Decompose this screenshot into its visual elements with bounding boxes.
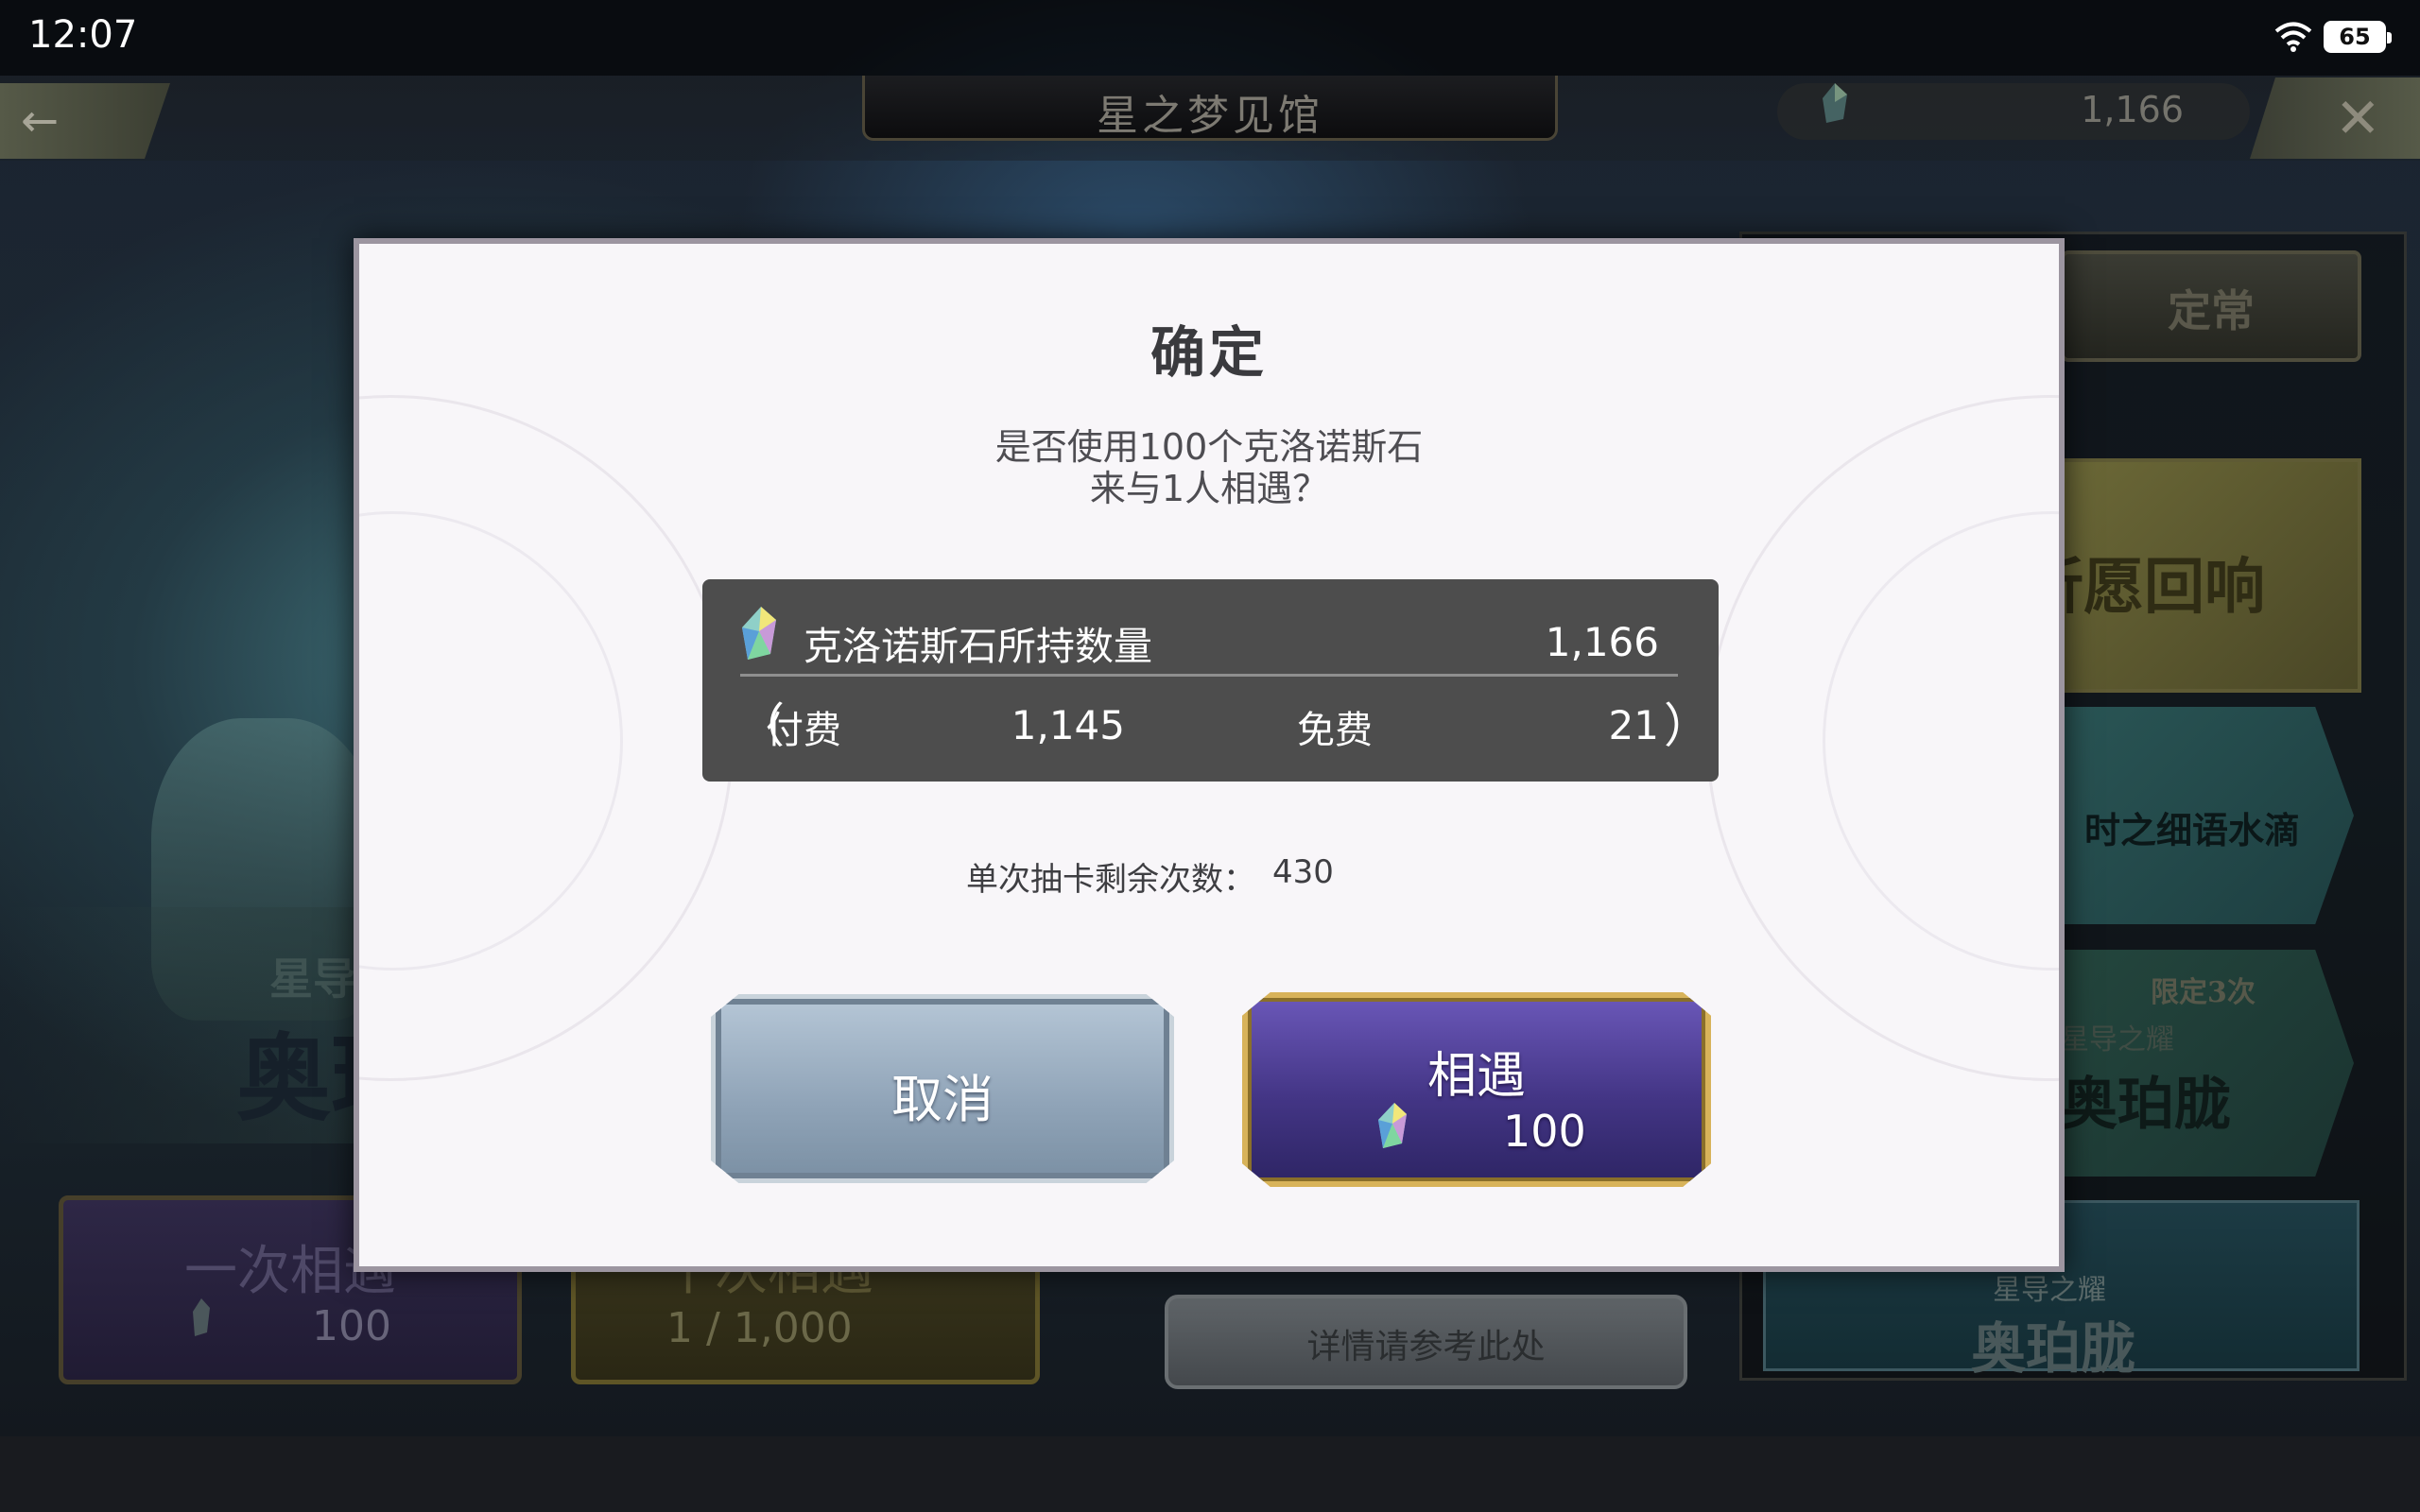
tab-regular[interactable]: 定常: [2061, 250, 2361, 362]
cancel-button[interactable]: 取消: [711, 994, 1174, 1183]
paid-label: 付费: [766, 709, 841, 752]
banner-time-whisper-label: 时之细语水滴: [2084, 809, 2301, 851]
dialog-message-line-1: 是否使用100个克洛诺斯石: [994, 426, 1424, 468]
close-x-icon: ✕: [2335, 86, 2381, 150]
free-value: 21: [1608, 702, 1659, 748]
close-button[interactable]: ✕: [2250, 77, 2420, 159]
stone-balance-total: 1,166: [1545, 619, 1659, 665]
remaining-pulls-value: 430: [1272, 853, 1334, 891]
details-button[interactable]: 详情请参考此处: [1165, 1295, 1687, 1389]
confirm-encounter-button[interactable]: 相遇: [1242, 992, 1711, 1187]
banner-limited-subtitle: 星导之耀: [2061, 1023, 2174, 1057]
stone-balance-label: 克洛诺斯石所持数量: [804, 624, 1152, 669]
pull-ten-cost: 1 / 1,000: [666, 1304, 853, 1352]
details-label: 详情请参考此处: [1306, 1328, 1546, 1366]
chronos-stone-gem-icon: [1378, 1103, 1407, 1148]
dialog-title: 确定: [1150, 320, 1268, 385]
page-title: 星之梦见馆: [1097, 92, 1323, 140]
dialog-message-line-2: 来与1人相遇？: [1089, 468, 1329, 509]
currency-value: 1,166: [2081, 89, 2184, 130]
banner-selected-subtitle: 星导之耀: [1993, 1274, 2106, 1307]
status-bar: [0, 0, 2420, 76]
paren-close: ）: [1664, 698, 1711, 753]
chronos-stone-gem-icon: [193, 1298, 210, 1336]
back-arrow-icon: ←: [21, 94, 60, 147]
chronos-stone-gem-icon: [1823, 83, 1847, 123]
confirm-button-cost: 100: [1503, 1106, 1586, 1157]
remaining-pulls-label: 单次抽卡剩余次数：: [966, 861, 1255, 899]
page-title-plate: 星之梦见馆: [862, 76, 1558, 141]
battery-icon: 65: [2324, 21, 2392, 53]
status-time: 12:07: [28, 13, 138, 57]
pull-once-cost: 100: [312, 1302, 391, 1350]
banner-selected-name: 奥珀胧: [1971, 1316, 2136, 1381]
stone-balance-box: [702, 579, 1719, 782]
paid-value: 1,145: [1011, 702, 1125, 748]
banner-limited-name: 奥珀胧: [2061, 1072, 2231, 1138]
banner-limited-tag: 限定3次: [2151, 976, 2256, 1009]
stone-balance-divider: [740, 674, 1678, 677]
wifi-icon: [2274, 22, 2312, 52]
dialog-message: 是否使用100个克洛诺斯石 来与1人相遇？: [359, 426, 2059, 509]
cancel-button-label: 取消: [891, 1070, 994, 1129]
featured-subtitle: 星导: [269, 954, 356, 1005]
chronos-stone-gem-icon: [742, 607, 776, 660]
free-label: 免费: [1297, 709, 1373, 752]
tab-regular-label: 定常: [2168, 285, 2255, 336]
bottom-bar: [0, 1436, 2420, 1512]
back-button[interactable]: ←: [0, 83, 170, 159]
confirm-button-label: 相遇: [1426, 1048, 1526, 1105]
